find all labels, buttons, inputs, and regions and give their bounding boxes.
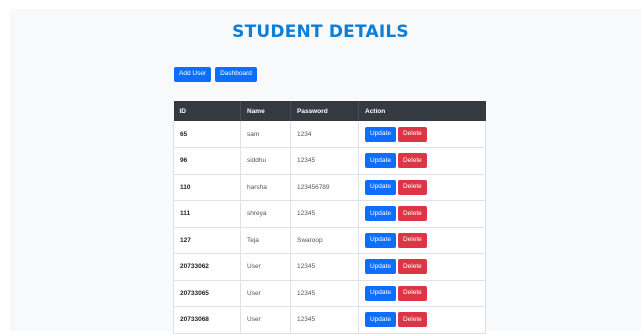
table-row: 65 sam 1234 Update Delete [173,121,486,148]
table-body: 65 sam 1234 Update Delete 96 siddhu 12345… [173,121,486,333]
update-button[interactable]: Update [365,179,396,195]
update-button[interactable]: Update [365,232,396,248]
cell-action: Update Delete [358,121,486,148]
delete-button[interactable]: Delete [397,153,427,169]
cell-password: 12345 [290,200,359,227]
cell-name: siddhu [240,147,291,174]
cell-id: 127 [173,227,241,254]
cell-id: 111 [173,200,241,227]
cell-id: 96 [173,147,241,174]
column-header-action: Action [365,107,386,115]
cell-id: 65 [173,121,241,148]
cell-action: Update Delete [358,200,486,227]
table-row: 127 Teja Swaroop Update Delete [173,227,486,254]
cell-action: Update Delete [358,280,486,307]
table-row: 96 siddhu 12345 Update Delete [173,147,486,174]
cell-name: Teja [240,227,291,254]
cell-id: 110 [173,174,241,201]
cell-password: Swaroop [290,227,359,254]
update-button[interactable]: Update [365,206,396,222]
update-button[interactable]: Update [365,126,396,142]
column-header-id: ID [173,101,241,121]
update-button[interactable]: Update [365,153,396,169]
cell-action: Update Delete [358,227,486,254]
cell-id: 20733068 [173,306,241,333]
cell-action: Update Delete [358,306,486,333]
table-header-row: ID Name Password Action [173,101,486,121]
update-button[interactable]: Update [365,259,396,275]
cell-id: 20733065 [173,280,241,307]
column-header-name: Name [240,101,291,121]
column-header-password: Password [290,101,359,121]
table-row: 111 shreya 12345 Update Delete [173,200,486,227]
cell-action: Update Delete [358,253,486,280]
delete-button[interactable]: Delete [397,259,427,275]
delete-button[interactable]: Delete [397,312,427,328]
table-row: 20733062 User 12345 Update Delete [173,253,486,280]
cell-name: User [240,253,291,280]
update-button[interactable]: Update [365,285,396,301]
student-table: ID Name Password Action 65 sam 1234 Upda… [173,101,486,334]
update-button[interactable]: Update [365,312,396,328]
cell-action: Update Delete [358,147,486,174]
dashboard-button[interactable]: Dashboard [215,67,257,82]
cell-password: 12345 [290,253,359,280]
cell-name: User [240,306,291,333]
student-table-container: ID Name Password Action 65 sam 1234 Upda… [173,101,486,334]
table-row: 110 harsha 123456789 Update Delete [173,174,486,201]
delete-button[interactable]: Delete [397,179,427,195]
add-user-button[interactable]: Add User [174,67,212,82]
page-title: STUDENT DETAILS [232,22,409,42]
table-row: 20733068 User 12345 Update Delete [173,306,486,333]
delete-button[interactable]: Delete [397,232,427,248]
cell-password: 123456789 [290,174,359,201]
cell-action: Update Delete [358,174,486,201]
cell-password: 12345 [290,147,359,174]
table-header: ID Name Password Action [173,101,486,121]
cell-name: User [240,280,291,307]
cell-name: sam [240,121,291,148]
table-row: 20733065 User 12345 Update Delete [173,280,486,307]
cell-name: shreya [240,200,291,227]
cell-id: 20733062 [173,253,241,280]
delete-button[interactable]: Delete [397,285,427,301]
delete-button[interactable]: Delete [397,206,427,222]
cell-password: 12345 [290,280,359,307]
delete-button[interactable]: Delete [397,126,427,142]
toolbar: Add User Dashboard [174,67,257,82]
cell-name: harsha [240,174,291,201]
cell-password: 1234 [290,121,359,148]
cell-password: 12345 [290,306,359,333]
